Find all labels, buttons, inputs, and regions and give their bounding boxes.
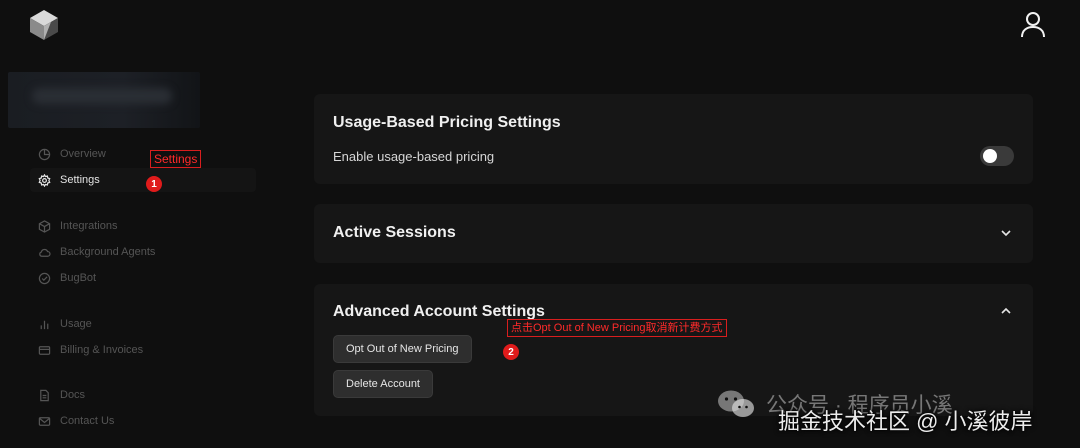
pie-chart-icon	[38, 148, 51, 160]
bar-chart-icon	[40, 320, 49, 329]
opt-out-button[interactable]: Opt Out of New Pricing	[333, 335, 472, 363]
wechat-icon	[718, 390, 754, 417]
cube-logo-icon[interactable]	[29, 9, 59, 41]
sidebar-item-label: BugBot	[60, 272, 97, 284]
sidebar-item-background-agents[interactable]: Background Agents	[38, 242, 155, 262]
active-sessions-card[interactable]: Active Sessions	[314, 204, 1033, 263]
credit-card-icon	[38, 345, 51, 355]
sidebar-item-label: Integrations	[60, 220, 118, 232]
gear-icon	[38, 173, 51, 187]
step-2-badge: 2	[503, 344, 519, 360]
sidebar-item-label: Contact Us	[60, 415, 115, 427]
sidebar-item-overview[interactable]: Overview	[38, 144, 106, 164]
mail-icon	[38, 416, 51, 426]
sidebar-item-label: Usage	[60, 318, 92, 330]
settings-annotation: Settings	[150, 150, 202, 168]
chevron-up-icon[interactable]	[999, 304, 1013, 318]
account-switcher[interactable]	[8, 72, 200, 128]
watermark-line2: 掘金技术社区 @ 小溪彼岸	[778, 409, 1033, 434]
usage-pricing-toggle[interactable]	[980, 146, 1014, 166]
sidebar-item-contact[interactable]: Contact Us	[38, 411, 114, 431]
opt-out-annotation: 点击Opt Out of New Pricing取消新计费方式	[507, 319, 727, 337]
sidebar-item-docs[interactable]: Docs	[38, 385, 85, 405]
sidebar-item-label: Docs	[60, 389, 86, 401]
sidebar-item-label: Background Agents	[60, 246, 156, 258]
usage-pricing-card: Usage-Based Pricing Settings Enable usag…	[314, 94, 1033, 184]
sidebar-item-integrations[interactable]: Integrations	[38, 216, 117, 236]
cube-icon	[38, 219, 51, 233]
sidebar-item-label: Billing & Invoices	[60, 344, 144, 356]
step-1-badge: 1	[146, 176, 162, 192]
sidebar-item-bugbot[interactable]: BugBot	[38, 268, 96, 288]
usage-pricing-title: Usage-Based Pricing Settings	[333, 114, 561, 131]
delete-account-button[interactable]: Delete Account	[333, 370, 433, 398]
chevron-down-icon[interactable]	[999, 226, 1013, 240]
sidebar-item-label: Overview	[60, 148, 106, 160]
user-icon[interactable]	[1020, 11, 1046, 39]
check-circle-icon	[38, 272, 51, 284]
active-sessions-title: Active Sessions	[333, 224, 456, 241]
cloud-icon	[39, 248, 51, 257]
sidebar-item-billing[interactable]: Billing & Invoices	[38, 340, 143, 360]
sidebar-item-label: Settings	[60, 174, 100, 186]
sidebar-item-settings[interactable]: Settings	[38, 170, 100, 190]
usage-pricing-toggle-label: Enable usage-based pricing	[333, 149, 495, 164]
document-icon	[40, 389, 49, 401]
sidebar-item-usage[interactable]: Usage	[38, 314, 92, 334]
